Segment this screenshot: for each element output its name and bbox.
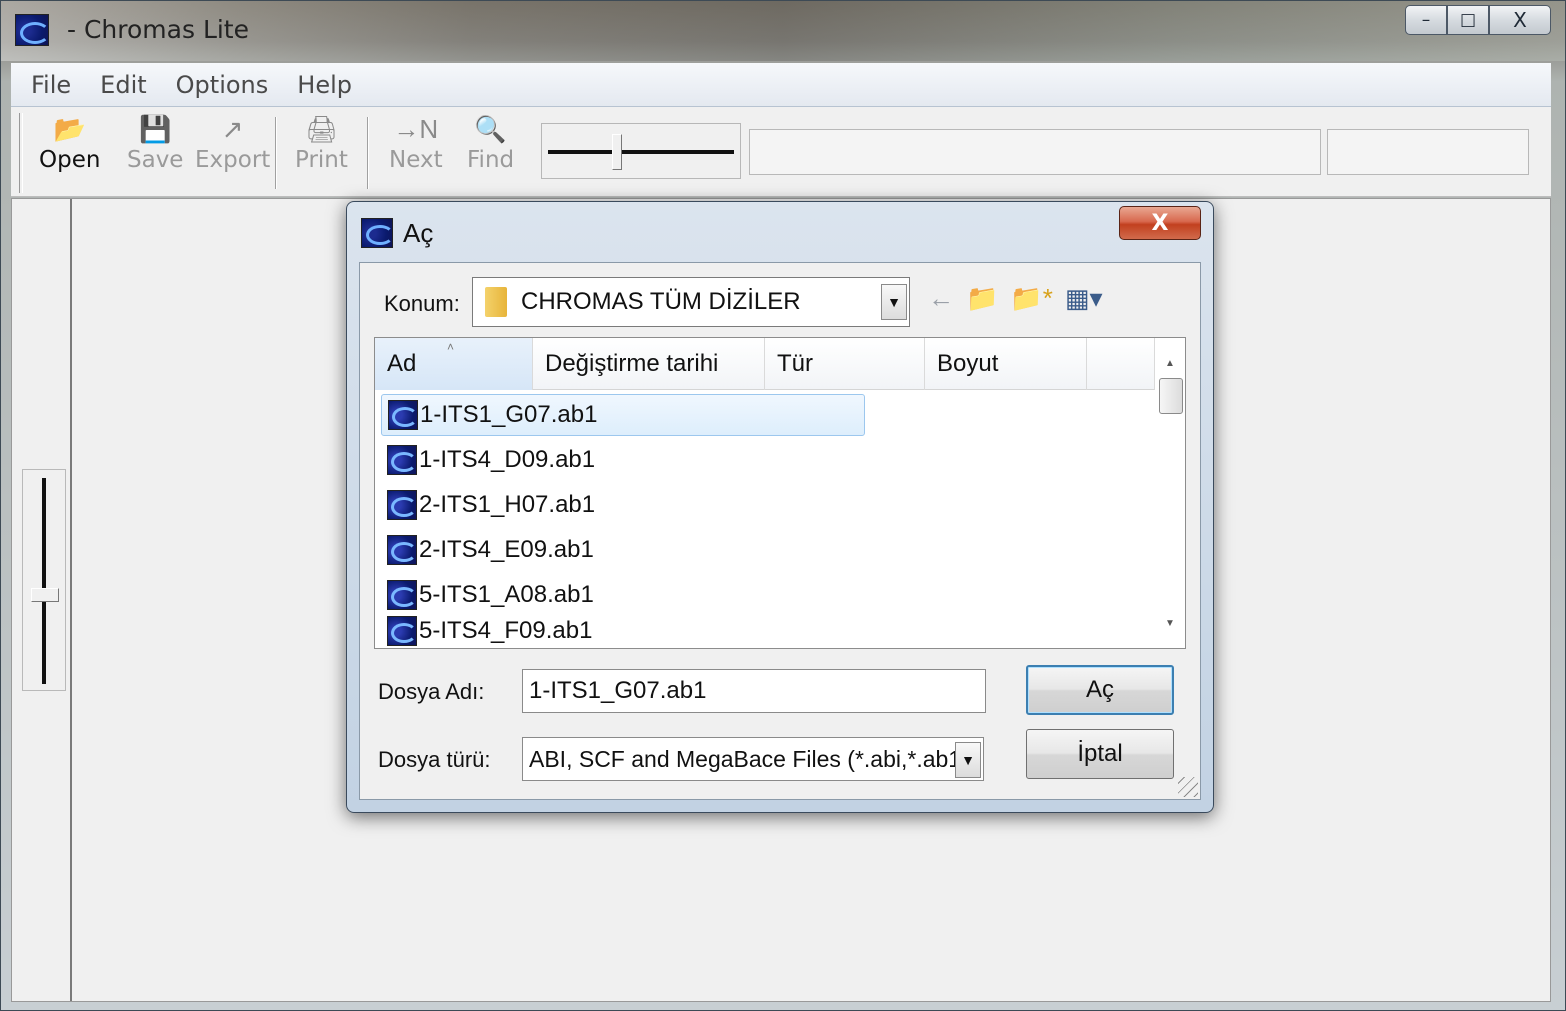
column-name-label: Ad bbox=[387, 350, 417, 377]
views-menu-icon[interactable]: ▦▾ bbox=[1065, 283, 1103, 314]
file-row[interactable]: 5-ITS1_A08.ab1 bbox=[381, 574, 594, 616]
status-field bbox=[1327, 129, 1529, 175]
ab1-file-icon bbox=[387, 490, 417, 520]
file-row[interactable]: 1-ITS1_G07.ab1 bbox=[381, 394, 865, 436]
zoom-field bbox=[749, 129, 1321, 175]
next-button[interactable]: →N Next bbox=[389, 111, 443, 173]
column-header: ˄ Ad Değiştirme tarihi Tür Boyut bbox=[375, 338, 1155, 390]
ab1-file-icon bbox=[387, 616, 417, 646]
close-button[interactable]: X bbox=[1489, 5, 1551, 35]
vslider-track bbox=[42, 478, 46, 684]
scroll-up-icon[interactable]: ▲ bbox=[1155, 350, 1185, 376]
open-button[interactable]: 📂 Open bbox=[39, 111, 100, 173]
location-label: Konum: bbox=[384, 291, 460, 316]
sort-ascending-icon: ˄ bbox=[447, 340, 455, 354]
file-name: 2-ITS4_E09.ab1 bbox=[419, 536, 594, 563]
cancel-button[interactable]: İptal bbox=[1026, 729, 1174, 779]
column-date[interactable]: Değiştirme tarihi bbox=[533, 338, 765, 390]
file-row[interactable]: 1-ITS4_D09.ab1 bbox=[381, 439, 595, 481]
filetype-value: ABI, SCF and MegaBace Files (*.abi,*.ab1… bbox=[529, 745, 984, 772]
title-bar[interactable]: - Chromas Lite – □ X bbox=[1, 1, 1565, 61]
save-disk-icon: 💾 bbox=[139, 114, 172, 144]
save-label: Save bbox=[127, 147, 184, 173]
filetype-label: Dosya türü: bbox=[378, 747, 491, 772]
file-name: 1-ITS4_D09.ab1 bbox=[419, 446, 596, 473]
open-dialog-button[interactable]: Aç bbox=[1026, 665, 1174, 715]
file-name: 5-ITS1_A08.ab1 bbox=[419, 581, 594, 608]
file-name: 2-ITS1_H07.ab1 bbox=[419, 491, 596, 518]
back-arrow-icon[interactable]: ← bbox=[928, 283, 954, 314]
column-type[interactable]: Tür bbox=[765, 338, 925, 390]
ab1-file-icon bbox=[388, 400, 418, 430]
printer-icon: 🖨 bbox=[304, 114, 338, 144]
slider-thumb[interactable] bbox=[612, 134, 622, 170]
window-title: - Chromas Lite bbox=[67, 15, 249, 44]
location-value: CHROMAS TÜM DİZİLER bbox=[521, 288, 801, 315]
dialog-app-icon bbox=[361, 218, 394, 248]
filetype-select[interactable]: ABI, SCF and MegaBace Files (*.abi,*.ab1… bbox=[522, 737, 984, 781]
export-icon: ↗ bbox=[221, 114, 244, 144]
menu-edit[interactable]: Edit bbox=[100, 71, 146, 99]
menu-bar: File Edit Options Help bbox=[11, 63, 1551, 107]
find-label: Find bbox=[467, 147, 515, 173]
navigation-icons: ← 📁 📁* ▦▾ bbox=[928, 283, 1115, 314]
dialog-body: Konum: CHROMAS TÜM DİZİLER ▼ ← 📁 📁* ▦▾ ˄… bbox=[359, 262, 1201, 800]
vertical-scale-slider[interactable] bbox=[22, 469, 66, 691]
ab1-file-icon bbox=[387, 535, 417, 565]
chromas-app-icon[interactable] bbox=[15, 14, 50, 46]
slider-track bbox=[548, 150, 734, 154]
scroll-thumb[interactable] bbox=[1159, 378, 1183, 414]
toolbar-separator bbox=[275, 117, 277, 189]
maximize-button[interactable]: □ bbox=[1447, 5, 1489, 35]
horizontal-zoom-slider[interactable] bbox=[541, 123, 741, 179]
file-list[interactable]: ˄ Ad Değiştirme tarihi Tür Boyut 1-ITS1_… bbox=[374, 337, 1186, 649]
dialog-title: Aç bbox=[403, 218, 434, 248]
toolbar-grip[interactable] bbox=[19, 113, 23, 193]
find-button[interactable]: 🔍 Find bbox=[467, 111, 514, 173]
scroll-down-icon[interactable]: ▼ bbox=[1155, 610, 1185, 636]
up-folder-icon[interactable]: 📁 bbox=[966, 283, 998, 314]
location-combo[interactable]: CHROMAS TÜM DİZİLER ▼ bbox=[472, 277, 910, 327]
folder-icon bbox=[485, 287, 507, 317]
resize-grip-icon[interactable] bbox=[1178, 777, 1198, 797]
binoculars-icon: 🔍 bbox=[474, 114, 507, 144]
toolbar: 📂 Open 💾 Save ↗ Export 🖨 Print →N Next 🔍… bbox=[11, 107, 1551, 197]
file-name: 5-ITS4_F09.ab1 bbox=[419, 617, 593, 644]
file-row[interactable]: 2-ITS1_H07.ab1 bbox=[381, 484, 595, 526]
export-label: Export bbox=[195, 147, 271, 173]
column-filler bbox=[1087, 338, 1155, 390]
ab1-file-icon bbox=[387, 580, 417, 610]
vslider-thumb[interactable] bbox=[31, 588, 59, 602]
menu-file[interactable]: File bbox=[31, 71, 71, 99]
column-size[interactable]: Boyut bbox=[925, 338, 1087, 390]
print-label: Print bbox=[295, 147, 348, 173]
ab1-file-icon bbox=[387, 445, 417, 475]
open-folder-icon: 📂 bbox=[53, 114, 86, 144]
caption-buttons: – □ X bbox=[1405, 5, 1551, 35]
save-button[interactable]: 💾 Save bbox=[127, 111, 183, 173]
filetype-chevron-down-icon[interactable]: ▼ bbox=[955, 742, 981, 778]
minimize-button[interactable]: – bbox=[1405, 5, 1447, 35]
filename-label: Dosya Adı: bbox=[378, 679, 485, 704]
print-button[interactable]: 🖨 Print bbox=[295, 111, 348, 173]
open-file-dialog: Aç X Konum: CHROMAS TÜM DİZİLER ▼ ← 📁 📁*… bbox=[346, 201, 1214, 813]
open-label: Open bbox=[39, 147, 101, 173]
menu-help[interactable]: Help bbox=[297, 71, 352, 99]
file-list-scrollbar[interactable]: ▲ ▼ bbox=[1155, 338, 1185, 648]
file-row[interactable]: 2-ITS4_E09.ab1 bbox=[381, 529, 594, 571]
chevron-down-icon[interactable]: ▼ bbox=[881, 284, 907, 320]
column-name[interactable]: ˄ Ad bbox=[375, 338, 533, 390]
dialog-close-button[interactable]: X bbox=[1119, 206, 1201, 240]
export-button[interactable]: ↗ Export bbox=[195, 111, 270, 173]
file-name: 1-ITS1_G07.ab1 bbox=[420, 401, 598, 428]
menu-options[interactable]: Options bbox=[176, 71, 269, 99]
next-label: Next bbox=[389, 147, 443, 173]
toolbar-separator bbox=[367, 117, 369, 189]
new-folder-icon[interactable]: 📁* bbox=[1010, 283, 1053, 314]
next-arrow-icon: →N bbox=[393, 114, 439, 144]
filename-input[interactable]: 1-ITS1_G07.ab1 bbox=[522, 669, 986, 713]
file-row[interactable]: 5-ITS4_F09.ab1 bbox=[381, 614, 592, 648]
